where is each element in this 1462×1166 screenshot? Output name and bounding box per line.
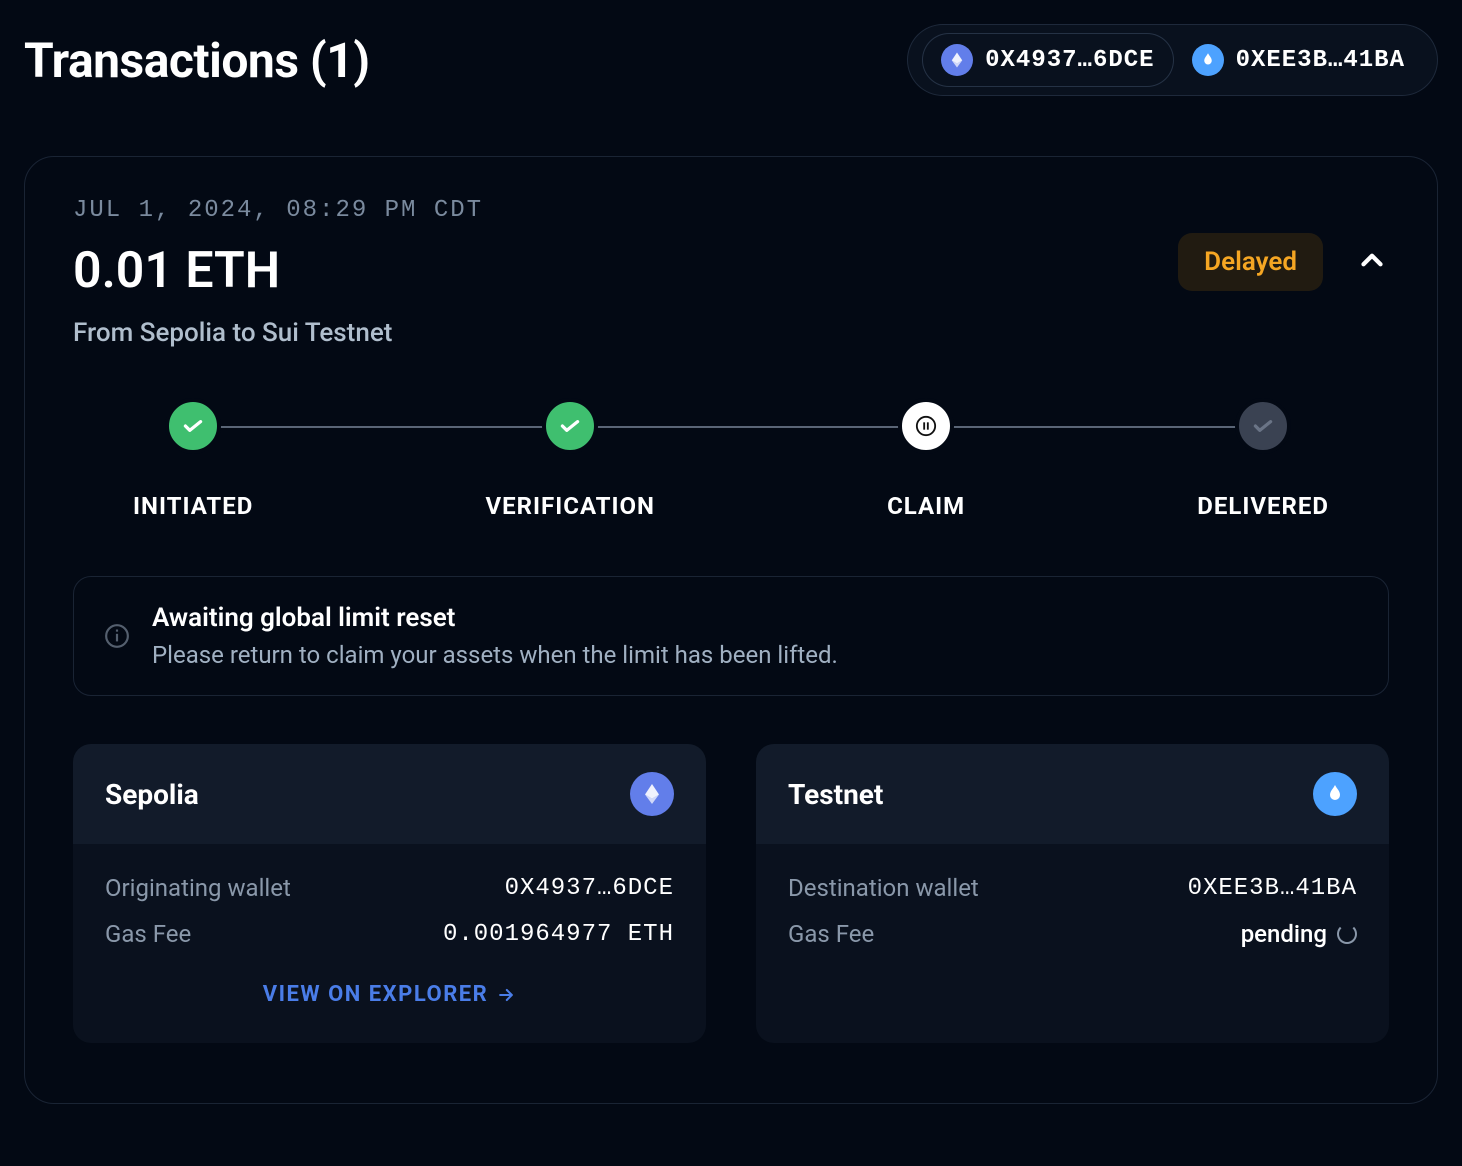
wallet-switcher: 0X4937…6DCE 0XEE3B…41BA — [907, 24, 1438, 96]
destination-wallet-label: Destination wallet — [788, 874, 979, 902]
sui-icon — [1192, 44, 1224, 76]
chain-name: Sepolia — [105, 778, 199, 811]
gas-fee-value: pending — [1241, 920, 1357, 948]
info-title: Awaiting global limit reset — [152, 603, 838, 633]
info-description: Please return to claim your assets when … — [152, 641, 838, 669]
destination-wallet-value: 0XEE3B…41BA — [1188, 875, 1357, 902]
page-title: Transactions (1) — [24, 32, 370, 89]
arrow-right-icon — [496, 985, 516, 1005]
spinner-icon — [1337, 924, 1357, 944]
destination-chain-card: Testnet Destination wallet 0XEE3B…41BA G… — [756, 744, 1389, 1043]
transaction-date: JUL 1, 2024, 08:29 PM CDT — [73, 197, 483, 224]
originating-wallet-label: Originating wallet — [105, 874, 291, 902]
check-icon — [165, 398, 221, 454]
check-icon — [542, 398, 598, 454]
check-icon — [1235, 398, 1291, 454]
transaction-route: From Sepolia to Sui Testnet — [73, 318, 483, 348]
status-badge: Delayed — [1178, 233, 1323, 291]
sui-icon — [1313, 772, 1357, 816]
explorer-link-label: VIEW ON EXPLORER — [263, 982, 489, 1007]
step-line — [173, 426, 1289, 428]
step-label: INITIATED — [133, 492, 253, 520]
step-delivered: DELIVERED — [1197, 398, 1329, 520]
transaction-card: JUL 1, 2024, 08:29 PM CDT 0.01 ETH From … — [24, 156, 1438, 1104]
wallet-address: 0XEE3B…41BA — [1236, 47, 1405, 74]
gas-fee-label: Gas Fee — [788, 920, 874, 948]
view-on-explorer-link[interactable]: VIEW ON EXPLORER — [105, 982, 674, 1007]
originating-wallet-value: 0X4937…6DCE — [505, 875, 674, 902]
wallet-pill-eth[interactable]: 0X4937…6DCE — [922, 33, 1173, 87]
step-label: VERIFICATION — [485, 492, 655, 520]
info-icon — [104, 623, 130, 649]
gas-fee-label: Gas Fee — [105, 920, 191, 948]
gas-fee-value: 0.001964977 ETH — [443, 921, 674, 948]
pause-icon — [898, 398, 954, 454]
chain-name: Testnet — [788, 778, 883, 811]
info-banner: Awaiting global limit reset Please retur… — [73, 576, 1389, 696]
step-verification: VERIFICATION — [485, 398, 655, 520]
step-label: DELIVERED — [1197, 492, 1329, 520]
wallet-pill-sui[interactable]: 0XEE3B…41BA — [1174, 33, 1423, 87]
step-label: CLAIM — [887, 492, 965, 520]
progress-stepper: INITIATED VERIFICATION CLAIM DELIVERED — [73, 398, 1389, 520]
wallet-address: 0X4937…6DCE — [985, 47, 1154, 74]
chevron-up-icon[interactable] — [1355, 243, 1389, 281]
step-claim: CLAIM — [887, 398, 965, 520]
source-chain-card: Sepolia Originating wallet 0X4937…6DCE G… — [73, 744, 706, 1043]
ethereum-icon — [941, 44, 973, 76]
step-initiated: INITIATED — [133, 398, 253, 520]
transaction-amount: 0.01 ETH — [73, 242, 483, 300]
ethereum-icon — [630, 772, 674, 816]
